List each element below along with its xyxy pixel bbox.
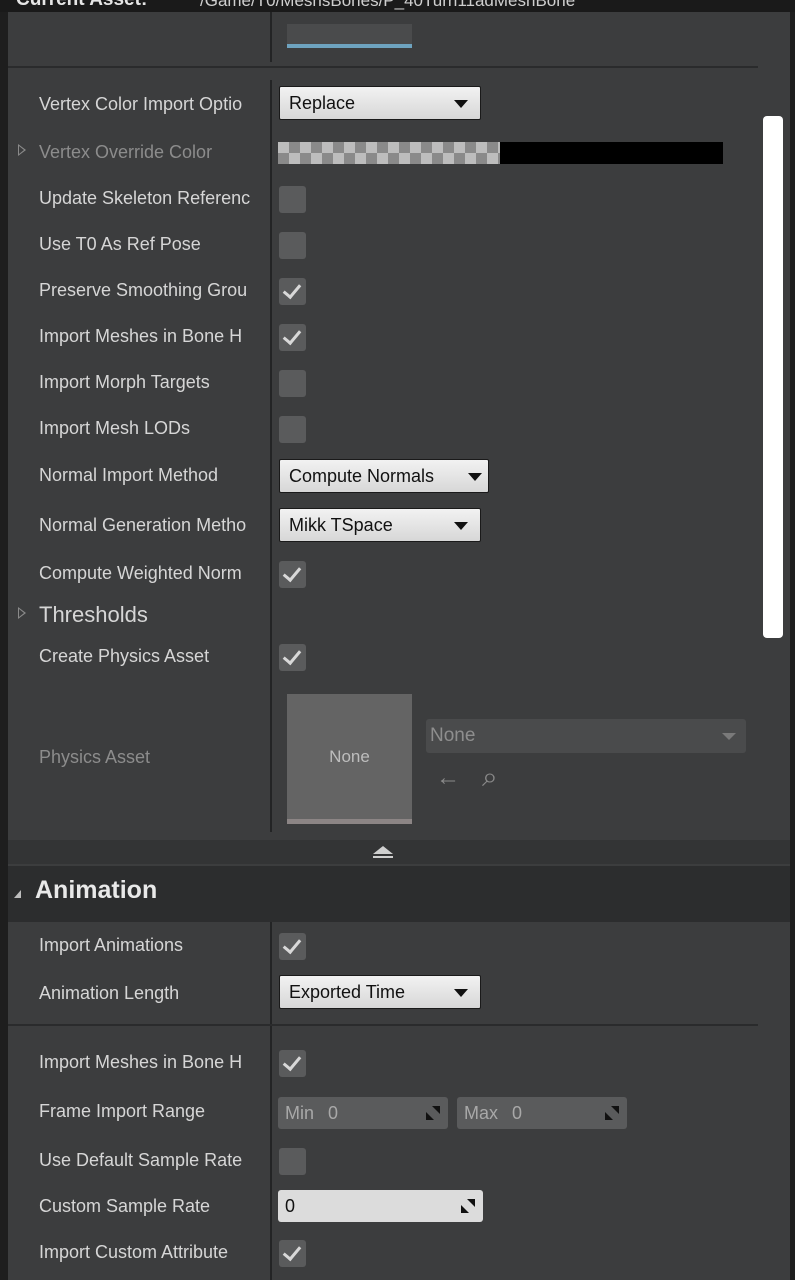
- dropdown-value: Replace: [289, 93, 356, 113]
- use-default-sample-rate-checkbox[interactable]: [279, 1148, 306, 1175]
- checkmark-icon: [282, 562, 302, 583]
- physics-asset-thumbnail[interactable]: None: [287, 694, 412, 824]
- animation-length-label: Animation Length: [39, 983, 180, 1003]
- drag-resize-icon: [461, 1199, 475, 1213]
- vertex-override-color-label: Vertex Override Color: [39, 142, 213, 162]
- vertex-color-import-option-label: Vertex Color Import Optio: [39, 94, 243, 114]
- import-animations-checkbox[interactable]: [279, 933, 306, 960]
- checkmark-icon: [282, 279, 302, 300]
- section-separator: [8, 1024, 758, 1026]
- chevron-down-icon: [722, 733, 736, 740]
- import-morph-targets-label: Import Morph Targets: [39, 372, 210, 392]
- custom-sample-rate-label: Custom Sample Rate: [39, 1196, 211, 1216]
- checkmark-icon: [282, 934, 302, 955]
- use-t0-as-ref-pose-label: Use T0 As Ref Pose: [39, 234, 201, 254]
- compute-weighted-normals-checkbox[interactable]: [279, 561, 306, 588]
- checkmark-icon: [282, 645, 302, 666]
- asset-picker-value: None: [430, 725, 476, 746]
- min-value: 0: [328, 1103, 339, 1123]
- current-asset-path: /Game/T0/MeshsBones/P_40Turn11adMeshBone: [200, 0, 576, 10]
- use-t0-as-ref-pose-checkbox[interactable]: [279, 232, 306, 259]
- animation-category-title: Animation: [35, 876, 158, 904]
- chevron-down-icon: [454, 100, 468, 108]
- update-skeleton-reference-label: Update Skeleton Referenc: [39, 188, 251, 208]
- normal-import-method-label: Normal Import Method: [39, 465, 219, 485]
- normal-import-method-dropdown[interactable]: Compute Normals: [279, 459, 489, 493]
- collapse-triangle-icon: [14, 890, 21, 898]
- physics-asset-label: Physics Asset: [39, 747, 151, 767]
- collapse-line: [373, 856, 393, 858]
- column-divider: [270, 80, 272, 832]
- asset-preview-strip: [287, 24, 412, 48]
- preserve-smoothing-groups-label: Preserve Smoothing Grou: [39, 280, 248, 300]
- update-skeleton-reference-checkbox[interactable]: [279, 186, 306, 213]
- checkmark-icon: [282, 1241, 302, 1262]
- anim-import-meshes-in-bone-hierarchy-checkbox[interactable]: [279, 1050, 306, 1077]
- frame-range-min-field[interactable]: Min 0: [278, 1097, 448, 1129]
- create-physics-asset-checkbox[interactable]: [279, 644, 306, 671]
- chevron-down-icon: [468, 473, 482, 481]
- window-title-bar: Current Asset: /Game/T0/MeshsBones/P_40T…: [0, 0, 795, 12]
- normal-generation-method-dropdown[interactable]: Mikk TSpace: [279, 508, 481, 542]
- vertex-color-import-option-dropdown[interactable]: Replace: [279, 86, 481, 120]
- animation-length-dropdown[interactable]: Exported Time: [279, 975, 481, 1009]
- import-custom-attribute-checkbox[interactable]: [279, 1240, 306, 1267]
- checkmark-icon: [282, 1051, 302, 1072]
- expand-arrow-icon[interactable]: [18, 607, 26, 619]
- details-panel: Vertex Color Import Optio Replace Vertex…: [8, 12, 790, 1280]
- expand-arrow-icon[interactable]: [18, 144, 26, 156]
- section-separator: [8, 66, 758, 68]
- chevron-down-icon: [454, 989, 468, 997]
- chevron-down-icon: [454, 522, 468, 530]
- drag-resize-icon: [605, 1106, 619, 1120]
- advanced-collapse-bar[interactable]: [8, 840, 790, 864]
- compute-weighted-normals-label: Compute Weighted Norm: [39, 563, 242, 583]
- collapse-arrow-icon: [373, 846, 393, 854]
- max-prefix: Max: [464, 1103, 499, 1123]
- sample-rate-value: 0: [285, 1196, 296, 1216]
- preserve-smoothing-groups-checkbox[interactable]: [279, 278, 306, 305]
- anim-import-meshes-in-bone-hierarchy-label: Import Meshes in Bone H: [39, 1052, 243, 1072]
- frame-range-max-field[interactable]: Max 0: [457, 1097, 627, 1129]
- drag-resize-icon: [426, 1106, 440, 1120]
- animation-category-header[interactable]: Animation: [8, 866, 790, 922]
- dropdown-value: Exported Time: [289, 982, 406, 1002]
- physics-asset-picker[interactable]: None: [426, 719, 746, 753]
- alpha-checker: [278, 142, 500, 164]
- max-value: 0: [512, 1103, 523, 1123]
- vertical-scrollbar[interactable]: [763, 116, 783, 638]
- use-default-sample-rate-label: Use Default Sample Rate: [39, 1150, 243, 1170]
- import-meshes-in-bone-hierarchy-label: Import Meshes in Bone H: [39, 326, 243, 346]
- normal-generation-method-label: Normal Generation Metho: [39, 515, 247, 535]
- import-mesh-lods-label: Import Mesh LODs: [39, 418, 191, 438]
- dropdown-value: Mikk TSpace: [289, 515, 393, 535]
- import-custom-attribute-label: Import Custom Attribute: [39, 1242, 229, 1262]
- min-prefix: Min: [285, 1103, 315, 1123]
- color-fill: [500, 142, 723, 164]
- frame-import-range-label: Frame Import Range: [39, 1101, 206, 1121]
- vertex-override-color-swatch[interactable]: [278, 142, 723, 164]
- custom-sample-rate-field[interactable]: 0: [278, 1190, 483, 1222]
- browse-search-icon[interactable]: ⌕: [482, 761, 498, 794]
- use-selected-arrow-icon[interactable]: ←: [436, 764, 460, 792]
- import-meshes-in-bone-hierarchy-checkbox[interactable]: [279, 324, 306, 351]
- dropdown-value: Compute Normals: [289, 466, 435, 486]
- column-divider: [270, 922, 272, 1280]
- import-animations-label: Import Animations: [39, 935, 184, 955]
- thresholds-group-label[interactable]: Thresholds: [39, 602, 270, 628]
- column-divider: [270, 12, 272, 62]
- create-physics-asset-label: Create Physics Asset: [39, 646, 210, 666]
- current-asset-label: Current Asset:: [16, 0, 147, 11]
- checkmark-icon: [282, 325, 302, 346]
- import-mesh-lods-checkbox[interactable]: [279, 416, 306, 443]
- import-morph-targets-checkbox[interactable]: [279, 370, 306, 397]
